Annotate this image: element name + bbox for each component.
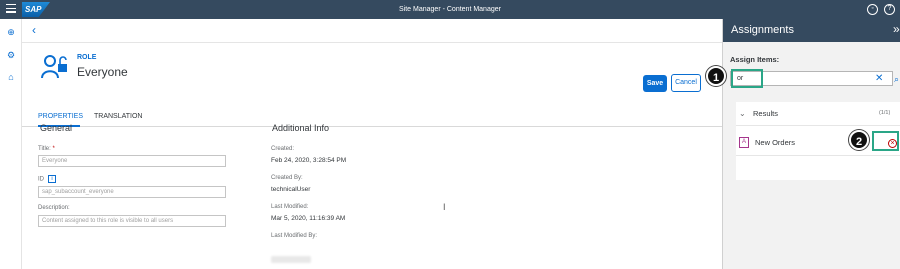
results-count: (1/1) [879,110,891,116]
panel-header: Assignments » [723,19,900,42]
title-label: Title: * [38,146,55,152]
editor-toolbar: ‹ [22,19,722,43]
info-icon[interactable]: i [48,175,56,183]
created-by-value: technicalUser [271,186,311,193]
result-item-name: New Orders [755,138,796,147]
clear-search-icon[interactable]: ✕ [875,72,883,86]
role-type-label: ROLE [77,54,97,61]
globe-icon[interactable]: ⊕ [5,26,17,38]
left-navigation: ⊕ ⚙ ⌂ [0,19,22,269]
help-icon[interactable]: ? [884,4,895,15]
highlight-remove [872,131,899,151]
user-icon[interactable]: ◦ [867,4,878,15]
back-button[interactable]: ‹ [32,23,36,37]
title-field[interactable]: Everyone [38,155,226,167]
last-modified-value: Mar 5, 2020, 11:16:39 AM [271,215,346,222]
created-value: Feb 24, 2020, 3:28:54 PM [271,157,347,164]
cancel-button[interactable]: Cancel [671,74,701,92]
additional-info-title: Additional Info [272,123,330,133]
role-unlock-icon [41,55,67,79]
assignments-panel: Assignments » Assign Items: or ✕ ⌕ 1 ⌄ R… [706,19,900,269]
assign-items-label: Assign Items: [730,55,780,64]
panel-title: Assignments [731,24,794,36]
text-cursor-icon: I [443,202,446,212]
created-by-label: Created By: [271,175,303,181]
settings-icon[interactable]: ⚙ [5,49,17,61]
hierarchy-icon[interactable]: ⌂ [5,71,17,83]
blurred-user-value [271,256,311,263]
created-label: Created: [271,146,295,152]
results-header[interactable]: ⌄ Results (1/1) [736,102,900,126]
tab-bar: PROPERTIES TRANSLATION [22,107,722,127]
shell-title: Site Manager - Content Manager [399,6,501,13]
general-section-title: General [40,123,73,133]
role-editor: ‹ ROLE Everyone Save Cancel PROPERTIES T… [22,19,722,269]
id-field[interactable]: sap_subaccount_everyone [38,186,226,198]
tab-properties[interactable]: PROPERTIES [38,113,83,120]
role-name-title: Everyone [77,65,128,79]
app-tile-icon: A [739,137,749,148]
collapse-panel-icon[interactable]: » [893,22,900,36]
chevron-down-icon[interactable]: ⌄ [739,109,746,118]
last-modified-by-label: Last Modified By: [271,233,318,239]
save-button[interactable]: Save [643,75,667,92]
shell-bar: SAP Site Manager - Content Manager ◦ ? [0,0,900,19]
tab-translation[interactable]: TRANSLATION [94,113,143,120]
description-field[interactable]: Content assigned to this role is visible… [38,215,226,227]
step-badge-1: 1 [706,66,726,86]
last-modified-label: Last Modified: [271,204,309,210]
highlight-search [731,69,763,88]
results-title: Results [753,109,779,118]
id-label: ID i [38,175,56,183]
description-label: Description: [38,205,70,211]
step-badge-2: 2 [849,130,869,150]
search-icon[interactable]: ⌕ [894,72,899,86]
